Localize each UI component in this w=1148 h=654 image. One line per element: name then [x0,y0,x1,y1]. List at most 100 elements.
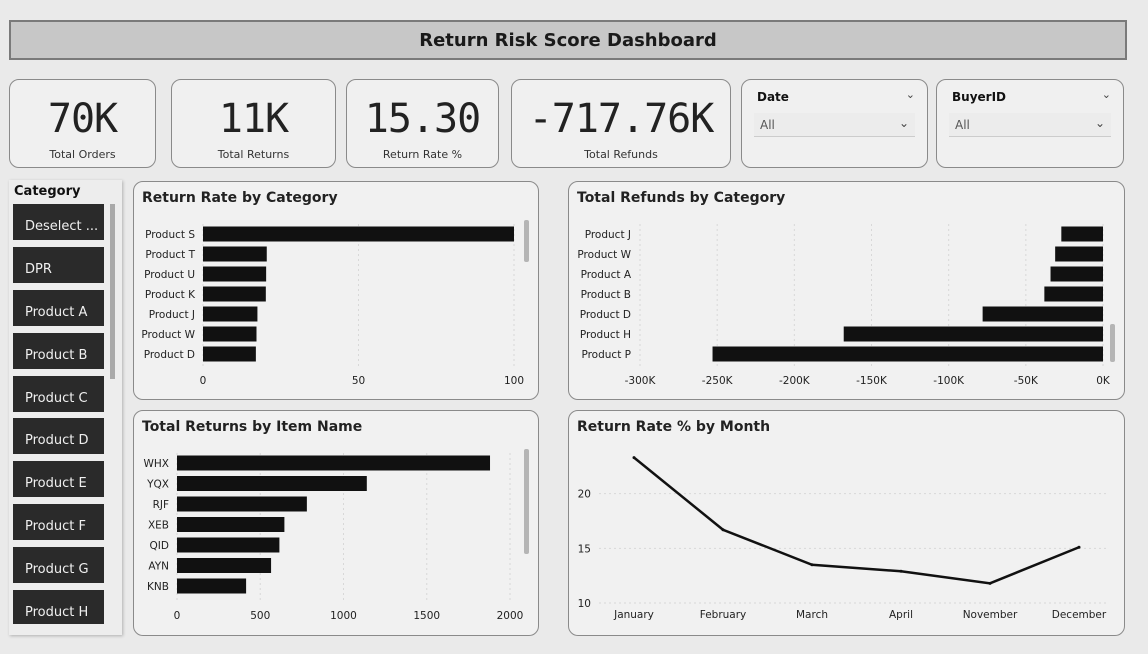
category-slicer-title: Category [14,184,81,199]
bar [982,306,1103,322]
bar [203,286,266,302]
bar [177,476,367,491]
kpi-value: 15.30 [364,96,481,142]
category-label: RJF [153,499,169,511]
bar [712,346,1103,362]
bar [177,517,285,532]
x-tick-label: 500 [250,610,270,622]
category-label: QID [150,540,169,552]
series-line [633,456,1080,585]
category-item[interactable]: Product A [13,290,104,326]
category-slicer: Category Deselect ... DPR Product A Prod… [9,180,122,635]
kpi-value: -717.76K [528,96,715,142]
category-item[interactable]: DPR [13,247,104,283]
y-tick-label: 20 [578,489,591,501]
category-label: Product D [580,309,631,321]
kpi-card-total-refunds: -717.76K Total Refunds [511,79,731,168]
y-tick-label: 15 [578,543,591,555]
x-tick-label: -300K [625,375,657,387]
dashboard-header: Return Risk Score Dashboard [9,20,1127,60]
date-slicer[interactable]: Date ⌄ All ⌄ [741,79,928,168]
x-tick-label: 1000 [330,610,357,622]
date-slicer-title: Date [757,90,789,104]
category-label: AYN [148,561,169,573]
buyer-slicer-title: BuyerID [952,90,1006,104]
bar [203,246,267,262]
category-item[interactable]: Product E [13,461,104,497]
kpi-card-total-orders: 70K Total Orders [9,79,156,168]
chart-scrollbar[interactable] [1110,324,1115,362]
x-tick-label: -50K [1014,375,1039,387]
bar [1050,266,1103,282]
bar [203,306,258,322]
total-refunds-by-category-svg: -300K -250K -200K -150K -100K -50K 0K Product J… [577,224,1111,387]
date-dropdown[interactable]: All ⌄ [754,113,915,137]
chart-scrollbar[interactable] [524,220,529,262]
x-tick-label: -100K [933,375,965,387]
category-item[interactable]: Deselect ... [13,204,104,240]
x-tick-label: November [963,609,1018,621]
bar [177,537,280,553]
data-point [1077,545,1081,549]
chevron-down-icon[interactable]: ⌄ [906,88,915,101]
category-label: Product D [144,349,195,361]
data-point [721,528,725,532]
x-tick-label: -250K [702,375,734,387]
bar [203,346,256,362]
x-tick-label: 0 [200,375,207,387]
bar [177,455,491,471]
data-point [899,569,903,573]
bar [177,496,307,512]
kpi-card-return-rate: 15.30 Return Rate % [346,79,499,168]
x-tick-label: 1500 [413,610,440,622]
total-returns-by-item-chart: Total Returns by Item Name 0 500 1000 1500 2… [133,410,539,636]
kpi-label: Return Rate % [382,148,463,161]
buyer-slicer[interactable]: BuyerID ⌄ All ⌄ [936,79,1124,168]
return-rate-by-month-svg: 10 15 20 January February March April November D… [578,456,1109,621]
x-tick-label: 0K [1096,375,1111,387]
category-item[interactable]: Product D [13,418,104,454]
category-label: Product T [145,249,195,261]
kpi-label: Total Returns [217,148,290,161]
bar [177,558,272,573]
x-tick-label: 50 [352,375,365,387]
date-dropdown-value: All [760,118,775,132]
x-tick-label: January [613,609,654,621]
chevron-down-icon[interactable]: ⌄ [1102,88,1111,101]
category-item[interactable]: Product C [13,376,104,412]
category-label: Product P [581,349,631,361]
x-tick-label: 2000 [497,610,524,622]
category-label: Product W [577,249,631,261]
bar [177,578,247,594]
category-item[interactable]: Product F [13,504,104,540]
x-tick-label: 100 [504,375,524,387]
chevron-down-icon[interactable]: ⌄ [1095,116,1105,130]
chevron-down-icon[interactable]: ⌄ [899,116,909,130]
bar [203,326,257,342]
bar [843,326,1103,342]
category-label: Product J [585,229,631,241]
category-label: YQX [146,479,169,491]
x-tick-label: February [700,609,747,621]
category-scrollbar[interactable] [110,204,115,379]
chart-scrollbar[interactable] [524,449,529,554]
x-tick-label: April [889,609,913,621]
category-item[interactable]: Product G [13,547,104,583]
x-tick-label: December [1052,609,1107,621]
kpi-card-total-returns: 11K Total Returns [171,79,336,168]
category-item[interactable]: Product H [13,590,104,624]
bar [203,266,267,282]
kpi-value: 70K [47,96,118,142]
category-item[interactable]: Product B [13,333,104,369]
page-title: Return Risk Score Dashboard [419,29,717,51]
category-label: Product S [145,229,195,241]
category-label: WHX [144,458,169,470]
kpi-label: Total Refunds [584,148,658,161]
data-point [810,563,814,567]
bar [1044,286,1103,302]
x-tick-label: March [796,609,828,621]
bar [1061,226,1103,242]
x-tick-label: -150K [856,375,888,387]
category-label: KNB [147,581,169,593]
buyer-dropdown[interactable]: All ⌄ [949,113,1111,137]
